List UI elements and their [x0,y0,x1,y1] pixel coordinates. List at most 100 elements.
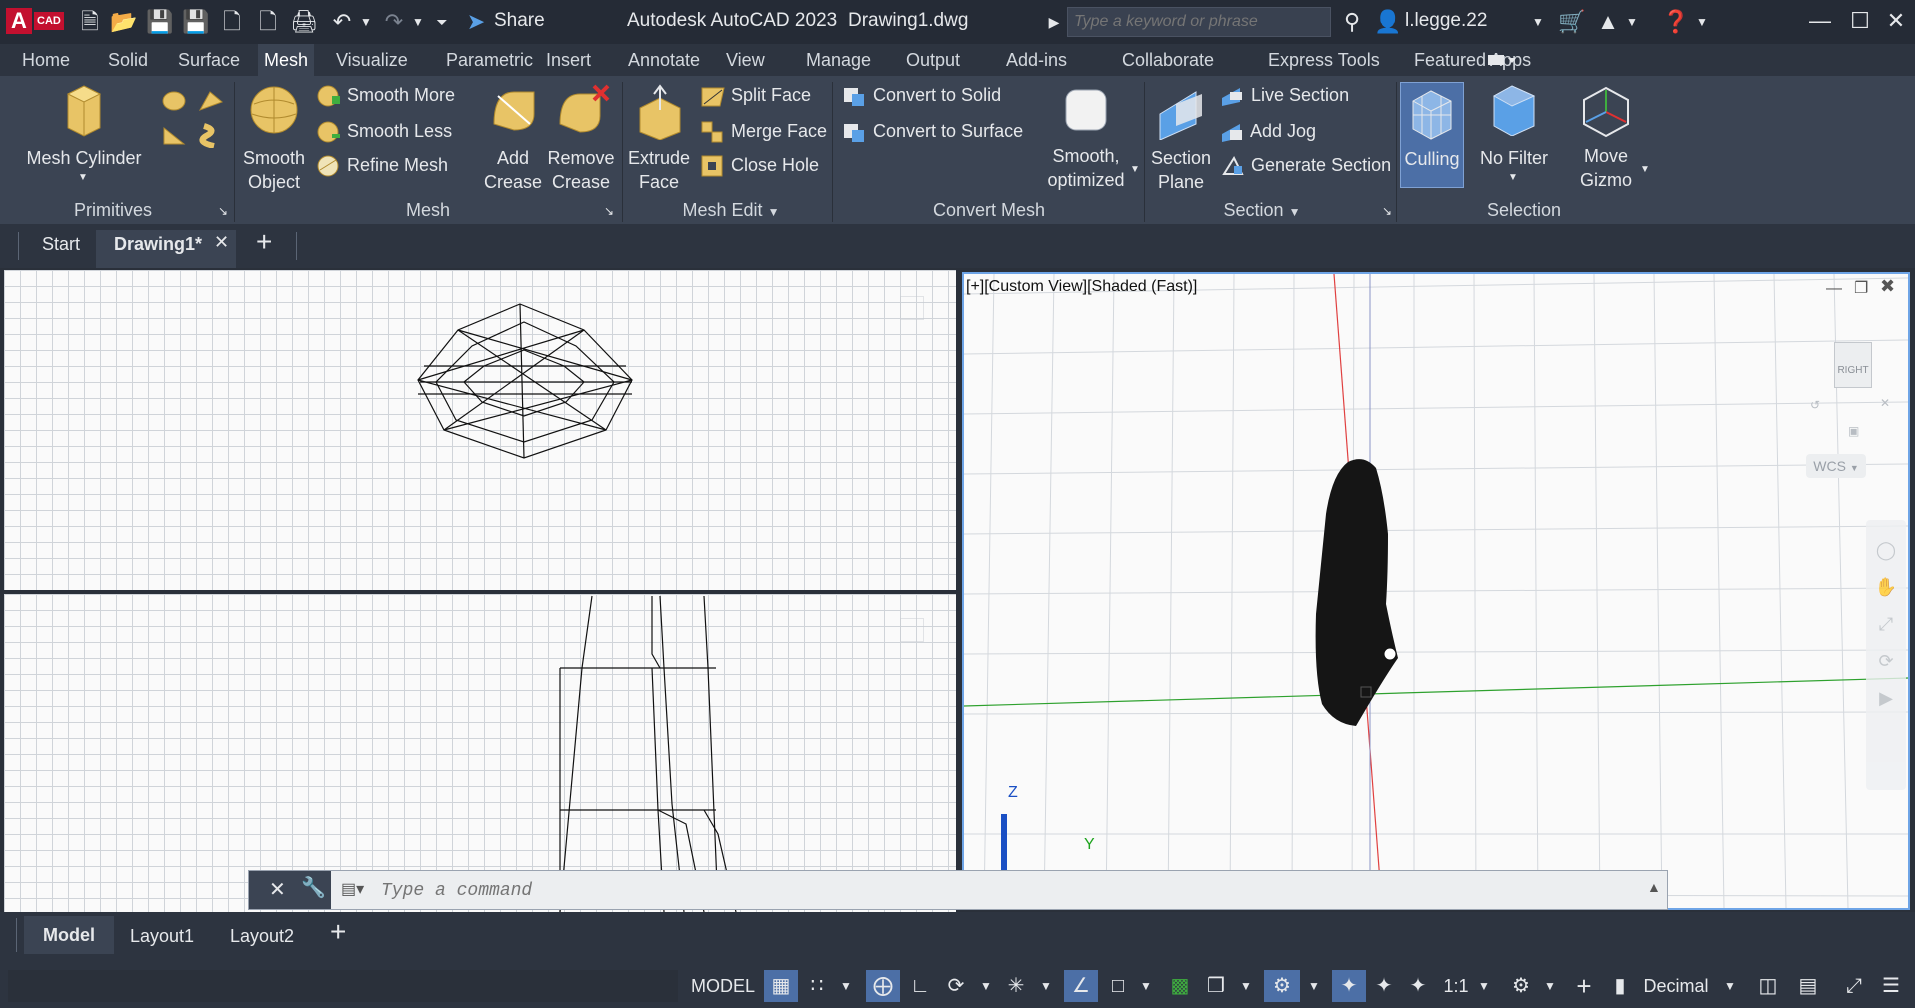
zoom-icon[interactable]: ⤢ [1866,614,1906,635]
tab-solid[interactable]: Solid [102,44,154,76]
new-layout-icon[interactable]: + [330,916,346,948]
pan-icon[interactable]: ✋ [1866,577,1906,598]
plot-icon[interactable]: 🖨 [290,8,318,36]
search-icon[interactable]: ⚲ [1338,8,1366,36]
gizmo-icon[interactable]: ⚙ [1264,970,1300,1002]
tab-view[interactable]: View [720,44,771,76]
tab-annotate[interactable]: Annotate [622,44,706,76]
convert-to-surface-button[interactable]: Convert to Surface [842,116,1023,146]
units-selector[interactable]: Decimal [1636,970,1716,1002]
undo-dropdown-icon[interactable]: ▼ [352,8,380,36]
customization-icon[interactable]: ☰ [1874,970,1908,1002]
live-section-button[interactable]: Live Section [1220,80,1349,110]
mesh-cylinder-button[interactable]: Mesh Cylinder ▼ [14,84,154,184]
extrude-face-button[interactable]: Extrude Face [626,84,692,194]
move-gizmo-button[interactable]: Move Gizmo ▼ [1564,84,1650,194]
ribbon-minimize-icon[interactable] [1486,50,1518,70]
generate-section-button[interactable]: Generate Section [1220,150,1391,180]
viewport-minimize-icon[interactable]: — [1826,280,1842,298]
viewcube-home-icon[interactable]: ▣ [1848,424,1859,438]
mesh-object[interactable] [1315,459,1398,726]
smooth-optimized-button[interactable]: Smooth, optimized ▼ [1042,84,1140,194]
split-face-button[interactable]: Split Face [700,80,811,110]
help-dropdown-icon[interactable]: ▼ [1688,8,1716,36]
viewcube[interactable]: RIGHT [1822,334,1882,404]
viewcube-faint-icon[interactable] [900,296,924,320]
tab-drawing1[interactable]: Drawing1* ✕ [96,230,236,268]
tab-mesh[interactable]: Mesh [258,44,315,76]
wcs-dropdown-icon[interactable]: ▼ [1850,463,1859,473]
viewcube-faint-icon[interactable] [900,618,924,642]
share-button[interactable]: Share [494,10,545,32]
add-jog-button[interactable]: Add Jog [1220,116,1316,146]
tab-home[interactable]: Home [16,44,76,76]
tab-layout2[interactable]: Layout2 [230,926,294,947]
steering-wheel-icon[interactable]: ◯ [1866,540,1906,561]
save-as-icon[interactable]: 💾 [182,8,210,36]
save-to-web-icon[interactable]: 🗋 [254,8,282,36]
culling-button[interactable]: Culling [1400,82,1464,188]
smooth-optimized-dropdown-icon[interactable]: ▼ [1130,164,1140,175]
viewport-restore-icon[interactable]: ❐ [1854,278,1868,298]
mesh-box-icon[interactable] [160,88,190,116]
tab-output[interactable]: Output [900,44,966,76]
recent-commands-icon[interactable]: ▤▾ [341,879,364,899]
command-line-grip[interactable] [249,871,261,909]
isodraft-dropdown-icon[interactable]: ▼ [1034,970,1058,1002]
minimize-icon[interactable]: — [1800,6,1840,36]
workspace-gear-icon[interactable]: ⚙ [1504,970,1538,1002]
close-tab-icon[interactable]: ✕ [214,232,229,253]
tab-add-ins[interactable]: Add-ins [1000,44,1073,76]
ortho-icon[interactable]: ∟ [904,970,936,1002]
scale-selector[interactable]: 1:1 [1436,970,1476,1002]
annotation-monitor-icon[interactable]: + [1568,970,1600,1002]
customize-command-line-icon[interactable]: 🔧 [301,875,326,900]
command-input[interactable] [379,875,1633,907]
search-expand-icon[interactable]: ▶ [1040,8,1068,36]
viewcube-rotate-right-icon[interactable]: ✕ [1880,396,1890,410]
add-crease-button[interactable]: Add Crease [480,84,546,194]
mesh-cylinder-dropdown-icon[interactable]: ▼ [78,172,88,183]
tab-model[interactable]: Model [24,916,114,954]
no-filter-button[interactable]: No Filter ▼ [1470,84,1558,194]
tab-manage[interactable]: Manage [800,44,877,76]
mesh-cone-icon[interactable] [196,88,226,116]
section-dialog-launcher-icon[interactable]: ↘ [1382,204,1392,218]
object-snap-icon[interactable]: □ [1102,970,1134,1002]
orbit-icon[interactable]: ⟳ [1866,651,1906,672]
save-icon[interactable]: 💾 [146,8,174,36]
mesh-edit-dropdown-icon[interactable]: ▼ [768,205,780,219]
graphics-performance-icon[interactable]: ▤ [1792,970,1824,1002]
isodraft-icon[interactable]: ✳ [1000,970,1032,1002]
app-dropdown-icon[interactable]: ▼ [1618,8,1646,36]
annotation-scale-icon[interactable]: ✦ [1402,970,1434,1002]
maximize-icon[interactable]: ☐ [1840,6,1880,36]
viewcube-face[interactable]: RIGHT [1834,342,1872,388]
convert-to-solid-button[interactable]: Convert to Solid [842,80,1001,110]
cart-icon[interactable]: 🛒 [1558,8,1586,36]
new-tab-icon[interactable]: + [256,226,272,258]
open-from-web-icon[interactable]: 🗋 [218,8,246,36]
units-dropdown-icon[interactable]: ▼ [1718,970,1742,1002]
close-command-line-icon[interactable]: ✕ [269,877,286,902]
tab-layout1[interactable]: Layout1 [130,926,194,947]
quick-properties-icon[interactable]: ◫ [1752,970,1784,1002]
panel-title-mesh-edit[interactable]: Mesh Edit ▼ [624,200,838,222]
transparency-icon[interactable]: ▩ [1164,970,1196,1002]
tab-collaborate[interactable]: Collaborate [1116,44,1220,76]
refine-mesh-button[interactable]: Refine Mesh [316,150,448,180]
customize-qat-icon[interactable]: ⏷ [428,8,456,36]
user-dropdown-icon[interactable]: ▼ [1524,8,1552,36]
user-name[interactable]: l.legge.22 [1405,10,1487,32]
smooth-less-button[interactable]: Smooth Less [316,116,452,146]
mesh-dialog-launcher-icon[interactable]: ↘ [604,204,614,218]
mesh-torus-icon[interactable] [196,122,226,150]
section-dropdown-icon[interactable]: ▼ [1289,205,1301,219]
clean-screen-icon[interactable]: ⤢ [1838,970,1870,1002]
viewport-custom-view[interactable]: [+][Custom View][Shaded (Fast)] — ❐ ✖ RI… [962,272,1910,910]
snap-dropdown-icon[interactable]: ▼ [834,970,858,1002]
tab-parametric[interactable]: Parametric [440,44,539,76]
viewport-top-left[interactable] [4,270,956,590]
viewcube-rotate-left-icon[interactable]: ↺ [1810,398,1820,412]
tab-start[interactable]: Start [42,234,80,255]
